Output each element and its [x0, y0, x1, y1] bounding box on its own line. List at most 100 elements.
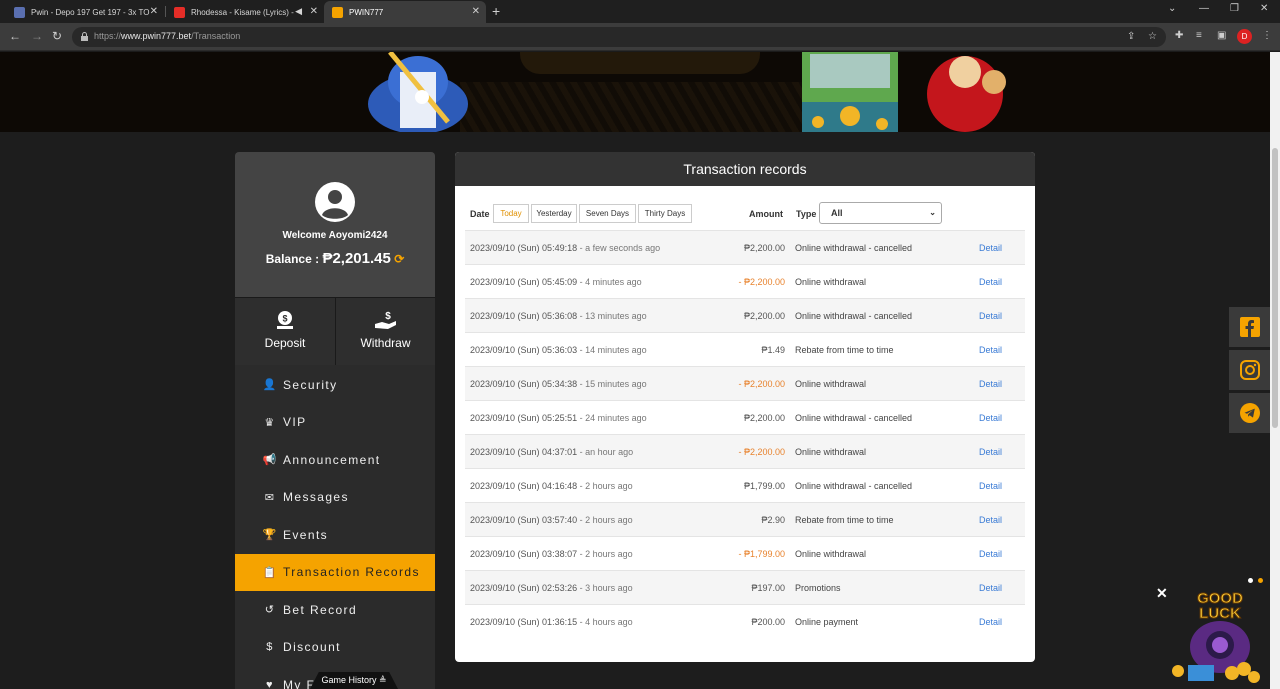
sidebar-item-label: Discount	[283, 640, 341, 655]
row-detail-link[interactable]: Detail	[979, 583, 1002, 593]
tab-close-icon[interactable]: ✕	[472, 6, 480, 18]
row-detail-link[interactable]: Detail	[979, 413, 1002, 423]
row-relative-time: - 4 minutes ago	[577, 277, 642, 287]
sidebar-item-messages[interactable]: ✉ Messages	[235, 479, 435, 517]
kebab-menu-icon[interactable]: ⋮	[1262, 30, 1272, 41]
row-detail-link[interactable]: Detail	[979, 345, 1002, 355]
carousel-dot[interactable]	[1248, 578, 1253, 583]
good-luck-promo-image[interactable]: GOOD LUCK	[1170, 585, 1270, 685]
row-type: Online withdrawal	[795, 277, 867, 287]
row-detail-link[interactable]: Detail	[979, 379, 1002, 389]
browser-tab[interactable]: Pwin - Depo 197 Get 197 - 3x TO ✕	[6, 1, 164, 23]
sidebar-item-announcement[interactable]: 📢 Announcement	[235, 441, 435, 479]
row-date: 2023/09/10 (Sun) 05:36:08 - 13 minutes a…	[470, 311, 647, 321]
url-host: www.pwin777.bet	[121, 31, 192, 41]
url-scheme: https://	[94, 31, 122, 41]
sidebar-item-label: Transaction Records	[283, 565, 420, 580]
restore-icon[interactable]: ❐	[1230, 3, 1239, 14]
withdraw-button[interactable]: $ Withdraw	[335, 297, 435, 365]
row-type: Online withdrawal - cancelled	[795, 311, 913, 321]
row-date-time: 2023/09/10 (Sun) 03:57:40	[470, 515, 578, 525]
page-scrollbar[interactable]	[1270, 52, 1280, 689]
facebook-button[interactable]	[1229, 307, 1270, 347]
scrollbar-thumb[interactable]	[1272, 148, 1278, 428]
telegram-button[interactable]	[1229, 393, 1270, 433]
row-relative-time: - 4 hours ago	[577, 617, 633, 627]
extensions-icon[interactable]: ✚	[1175, 30, 1183, 41]
instagram-button[interactable]	[1229, 350, 1270, 390]
browser-toolbar: ← → ↻ https://www.pwin777.bet/Transactio…	[0, 23, 1280, 51]
instagram-icon	[1239, 360, 1260, 380]
sidebar-item-discount[interactable]: $ Discount	[235, 629, 435, 667]
row-detail-link[interactable]: Detail	[979, 481, 1002, 491]
sidebar-item-vip[interactable]: ♛ VIP	[235, 404, 435, 442]
close-icon[interactable]: ✕	[1156, 585, 1168, 602]
share-icon[interactable]: ⇪	[1127, 31, 1135, 42]
honeycomb-pattern	[460, 82, 840, 132]
row-detail-link[interactable]: Detail	[979, 447, 1002, 457]
back-icon[interactable]: ←	[9, 29, 21, 43]
row-detail-link[interactable]: Detail	[979, 311, 1002, 321]
row-amount: - ₱2,200.00	[738, 379, 785, 389]
deposit-label: Deposit	[264, 336, 306, 350]
address-bar[interactable]: https://www.pwin777.bet/Transaction ⇪ ☆	[72, 27, 1166, 47]
filter-today-button[interactable]: Today	[493, 204, 529, 223]
heart-icon: ♥	[266, 678, 274, 689]
row-date: 2023/09/10 (Sun) 03:57:40 - 2 hours ago	[470, 515, 633, 525]
youtube-favicon-icon	[174, 6, 185, 18]
records-table: 2023/09/10 (Sun) 05:49:18 - a few second…	[465, 230, 1025, 638]
reload-icon[interactable]: ↻	[52, 29, 62, 43]
row-detail-link[interactable]: Detail	[979, 277, 1002, 287]
game-history-tab[interactable]: Game History ≜	[310, 672, 398, 689]
bookmark-star-icon[interactable]: ☆	[1148, 31, 1157, 42]
row-date: 2023/09/10 (Sun) 05:25:51 - 24 minutes a…	[470, 413, 647, 423]
tab-title: Pwin - Depo 197 Get 197 - 3x TO	[31, 7, 150, 17]
new-tab-icon[interactable]: +	[492, 3, 500, 19]
filter-seven-days-button[interactable]: Seven Days	[579, 204, 636, 223]
sidebar-item-events[interactable]: 🏆 Events	[235, 516, 435, 554]
tab-title: PWIN777	[349, 7, 384, 17]
table-row: 2023/09/10 (Sun) 05:36:03 - 14 minutes a…	[465, 332, 1025, 366]
row-type: Online withdrawal	[795, 379, 867, 389]
row-detail-link[interactable]: Detail	[979, 549, 1002, 559]
tab-close-icon[interactable]: ✕	[150, 6, 158, 18]
row-date-time: 2023/09/10 (Sun) 01:36:15	[470, 617, 578, 627]
table-row: 2023/09/10 (Sun) 04:37:01 - an hour ago -…	[465, 434, 1025, 468]
media-control-icon[interactable]: ≡	[1196, 30, 1202, 41]
sidebar-item-transaction-records[interactable]: 📋 Transaction Records	[235, 553, 435, 591]
sidebar-item-security[interactable]: 👤 Security	[235, 366, 435, 404]
row-detail-link[interactable]: Detail	[979, 243, 1002, 253]
sidebar-item-bet-record[interactable]: ↺ Bet Record	[235, 591, 435, 629]
side-panel-icon[interactable]: ▣	[1217, 30, 1226, 41]
profile-avatar[interactable]: D	[1237, 29, 1252, 44]
tab-search-icon[interactable]: ⌄	[1168, 3, 1176, 14]
tab-close-icon[interactable]: ✕	[310, 6, 318, 18]
filter-yesterday-button[interactable]: Yesterday	[531, 204, 577, 223]
table-row: 2023/09/10 (Sun) 05:34:38 - 15 minutes a…	[465, 366, 1025, 400]
forward-icon[interactable]: →	[31, 29, 43, 43]
row-detail-link[interactable]: Detail	[979, 617, 1002, 627]
refresh-balance-icon[interactable]: ⟳	[394, 252, 404, 266]
row-relative-time: - 14 minutes ago	[577, 345, 647, 355]
browser-tab[interactable]: Rhodessa - Kisame (Lyrics) - ◀ ✕	[166, 1, 324, 23]
row-relative-time: - a few seconds ago	[577, 243, 661, 253]
browser-tab-active[interactable]: PWIN777 ✕	[324, 1, 486, 23]
carousel-dot[interactable]	[1258, 578, 1263, 583]
row-detail-link[interactable]: Detail	[979, 515, 1002, 525]
minimize-icon[interactable]: —	[1199, 3, 1209, 14]
megaphone-icon: 📢	[262, 454, 278, 467]
row-amount: ₱2.90	[761, 515, 785, 525]
row-type: Rebate from time to time	[795, 515, 894, 525]
sidebar-menu: 👤 Security ♛ VIP 📢 Announcement ✉ Messag…	[235, 366, 435, 689]
user-avatar-icon	[315, 182, 355, 222]
type-select[interactable]: All ⌄	[819, 202, 942, 224]
filter-thirty-days-button[interactable]: Thirty Days	[638, 204, 692, 223]
table-row: 2023/09/10 (Sun) 05:49:18 - a few second…	[465, 230, 1025, 264]
facebook-icon	[1239, 317, 1260, 337]
row-relative-time: - 13 minutes ago	[577, 311, 647, 321]
window-close-icon[interactable]: ✕	[1260, 3, 1268, 14]
speaker-icon[interactable]: ◀	[295, 6, 302, 17]
table-row: 2023/09/10 (Sun) 02:53:26 - 3 hours ago ₱…	[465, 570, 1025, 604]
envelope-icon: ✉	[264, 491, 276, 504]
deposit-button[interactable]: $ Deposit	[235, 297, 335, 365]
